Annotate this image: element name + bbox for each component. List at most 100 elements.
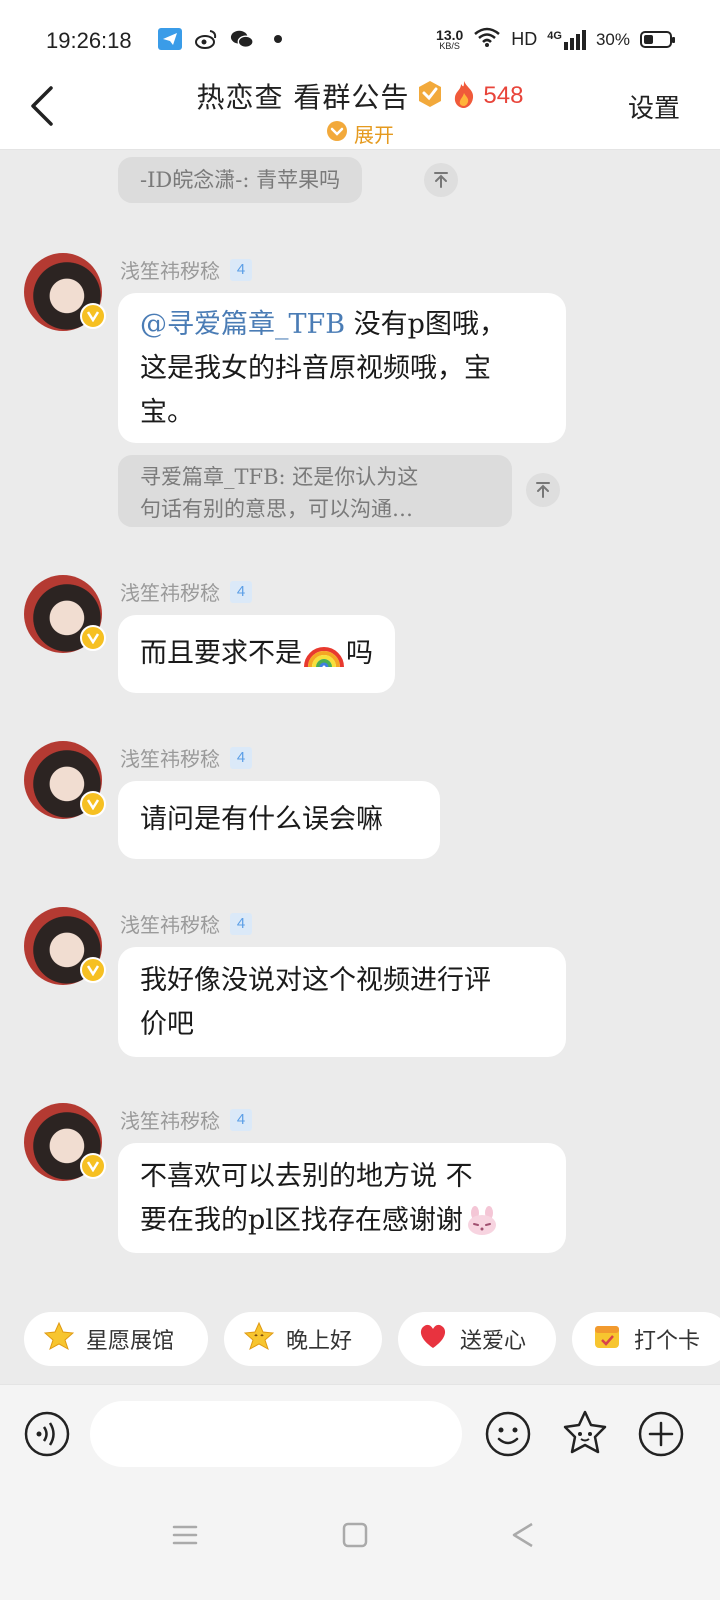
system-nav-bar (0, 1482, 720, 1600)
status-bar: 19:26:18 13.0 KB/S HD 4G 30% (0, 0, 720, 76)
home-button[interactable] (340, 1520, 370, 1550)
avatar[interactable] (24, 1103, 106, 1181)
home-square-icon (342, 1522, 368, 1548)
sender-info: 浅笙祎秽稔 4 (120, 909, 252, 938)
more-options-button[interactable] (638, 1411, 684, 1457)
chip-send-heart[interactable]: 送爱心 (398, 1312, 556, 1366)
message-bubble[interactable]: 而且要求不是 吗 (118, 615, 395, 693)
checkin-icon (592, 1321, 622, 1357)
sender-info: 浅笙祎秽稔 4 (120, 743, 252, 772)
message-bubble[interactable]: 不喜欢可以去别的地方说 不 要在我的pl区找存在感谢谢 (118, 1143, 566, 1253)
mention-link[interactable]: @寻爱篇章_TFB (140, 309, 345, 340)
sender-name: 浅笙祎秽稔 (120, 1109, 220, 1133)
back-triangle-icon (512, 1522, 533, 1548)
sender-info: 浅笙祎秽稔 4 (120, 255, 252, 284)
emoji-button[interactable] (485, 1411, 531, 1457)
wifi-icon (473, 26, 501, 53)
expand-announcement[interactable]: 展开 (0, 120, 720, 147)
chip-star-gallery[interactable]: 星愿展馆 (24, 1312, 208, 1366)
sender-info: 浅笙祎秽稔 4 (120, 1105, 252, 1134)
smiley-icon (485, 1411, 531, 1457)
bunny-emoji-icon (465, 1206, 499, 1236)
heart-icon (418, 1322, 448, 1356)
message-text: 请问是有什么误会嘛 (140, 804, 383, 835)
menu-icon (172, 1525, 198, 1545)
message-text: 价吧 (140, 1009, 194, 1040)
menu-button[interactable] (170, 1520, 200, 1550)
chat-area[interactable]: -ID皖念潇-: 青苹果吗 浅笙祎秽稔 4 @寻爱篇章_TFB 没有p图哦， 这… (0, 151, 720, 1301)
message-text: 我好像没说对这个视频进行评 (140, 965, 491, 996)
chip-good-evening[interactable]: 晚上好 (224, 1312, 382, 1366)
system-status: 13.0 KB/S HD 4G 30% (436, 26, 675, 53)
vip-badge-icon (80, 957, 106, 983)
chip-label: 送爱心 (460, 1329, 527, 1354)
quoted-message[interactable]: -ID皖念潇-: 青苹果吗 (118, 157, 363, 203)
net-speed-unit: KB/S (439, 41, 460, 51)
group-title[interactable]: 热恋查 看群公告 548 (0, 76, 720, 116)
chip-check-in[interactable]: 打个卡 (572, 1312, 720, 1366)
level-badge: 4 (230, 258, 252, 281)
sender-info: 浅笙祎秽稔 4 (120, 577, 252, 606)
sender-name: 浅笙祎秽稔 (120, 259, 220, 283)
message-text: 这是我女的抖音原视频哦，宝 (140, 353, 491, 384)
quote-text: 句话有别的意思，可以沟通… (140, 497, 413, 521)
star-face-icon (243, 1321, 275, 1357)
message-bubble[interactable]: 请问是有什么误会嘛 (118, 781, 440, 859)
quoted-message[interactable]: 寻爱篇章_TFB: 还是你认为这 句话有别的意思，可以沟通… (118, 455, 512, 527)
net-speed-value: 13.0 (436, 27, 464, 43)
message-input[interactable] (90, 1401, 462, 1467)
weibo-icon (194, 28, 218, 50)
level-badge: 4 (230, 746, 252, 769)
hd-label: HD (511, 29, 538, 49)
member-count: 548 (483, 82, 524, 109)
message-bubble[interactable]: 我好像没说对这个视频进行评 价吧 (118, 947, 566, 1057)
message-bubble[interactable]: @寻爱篇章_TFB 没有p图哦， 这是我女的抖音原视频哦，宝 宝。 (118, 293, 566, 443)
chip-label: 晚上好 (286, 1329, 353, 1354)
voice-icon (24, 1411, 70, 1457)
message-text: 要在我的pl区找存在感谢谢 (140, 1205, 463, 1236)
favorite-stickers-button[interactable] (561, 1409, 609, 1457)
vip-badge-icon (80, 791, 106, 817)
message-text: 没有p图哦， (345, 309, 506, 340)
message-text: 宝。 (140, 397, 194, 428)
battery-percent: 30% (595, 29, 630, 49)
net-speed: 13.0 KB/S (436, 28, 463, 51)
quote-text: -ID皖念潇-: 青苹果吗 (140, 168, 341, 192)
avatar[interactable] (24, 253, 106, 331)
sender-name: 浅笙祎秽稔 (120, 747, 220, 771)
level-badge: 4 (230, 1108, 252, 1131)
arrow-up-icon (536, 482, 550, 498)
vip-badge-icon (80, 303, 106, 329)
arrow-up-icon (434, 172, 448, 188)
quick-reply-chips: 星愿展馆 晚上好 送爱心 打个卡 (24, 1312, 720, 1368)
back-nav-button[interactable] (508, 1520, 538, 1550)
level-badge: 4 (230, 912, 252, 935)
jump-to-quote-button[interactable] (526, 473, 560, 507)
message-text: 吗 (346, 638, 373, 669)
star-icon (43, 1321, 75, 1357)
avatar[interactable] (24, 575, 106, 653)
jump-to-quote-button[interactable] (424, 163, 458, 197)
signal-icon: 4G (547, 29, 586, 50)
settings-button[interactable]: 设置 (628, 88, 680, 125)
input-bar (0, 1384, 720, 1482)
chip-label: 星愿展馆 (86, 1329, 175, 1354)
voice-input-button[interactable] (24, 1411, 70, 1457)
chevron-down-icon (326, 120, 348, 146)
paper-plane-icon (158, 28, 182, 50)
quote-text: 寻爱篇章_TFB: 还是你认为这 (140, 465, 419, 489)
notification-icons (158, 28, 290, 50)
avatar[interactable] (24, 907, 106, 985)
rainbow-icon (304, 639, 344, 669)
message-text: 不喜欢可以去别的地方说 不 (140, 1161, 473, 1192)
sender-name: 浅笙祎秽稔 (120, 913, 220, 937)
fire-icon (451, 79, 477, 113)
group-name: 热恋查 看群公告 (196, 81, 410, 114)
star-outline-icon (563, 1410, 607, 1454)
verified-badge-icon (415, 79, 445, 113)
status-time: 19:26:18 (46, 28, 132, 53)
avatar[interactable] (24, 741, 106, 819)
message-text: 而且要求不是 (140, 638, 302, 669)
sender-name: 浅笙祎秽稔 (120, 581, 220, 605)
vip-badge-icon (80, 1153, 106, 1179)
